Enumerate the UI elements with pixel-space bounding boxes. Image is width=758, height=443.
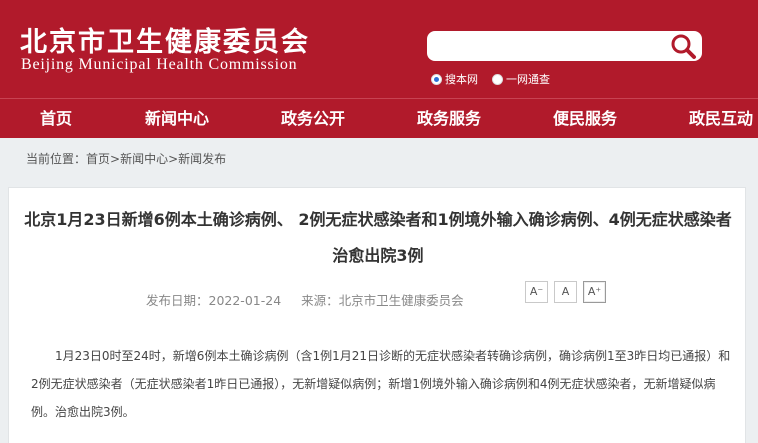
nav-item-home[interactable]: 首页 xyxy=(40,99,72,139)
nav-item-affairs-public[interactable]: 政务公开 xyxy=(281,99,345,139)
breadcrumb-home[interactable]: 首页 xyxy=(86,152,110,166)
nav-item-affairs-service[interactable]: 政务服务 xyxy=(417,99,481,139)
breadcrumb-news[interactable]: 新闻中心 xyxy=(120,152,168,166)
radio-search-all[interactable] xyxy=(492,73,503,85)
main-nav: 首页 新闻中心 政务公开 政务服务 便民服务 政民互动 xyxy=(0,98,758,138)
font-normal-button[interactable]: A xyxy=(554,281,577,303)
breadcrumb-news-release[interactable]: 新闻发布 xyxy=(178,152,226,166)
radio-label-search-site[interactable]: 搜本网 xyxy=(445,71,478,87)
breadcrumb-separator: > xyxy=(110,152,121,166)
font-decrease-button[interactable]: A⁻ xyxy=(525,281,548,303)
search-input[interactable] xyxy=(435,35,660,57)
nav-item-public-service[interactable]: 便民服务 xyxy=(553,99,617,139)
search-icon xyxy=(671,34,696,59)
search-scope-options: 搜本网 一网通查 xyxy=(431,71,564,87)
search-box xyxy=(427,31,702,61)
article-source: 来源：北京市卫生健康委员会 xyxy=(301,293,464,308)
article-title: 北京1月23日新增6例本土确诊病例、 2例无症状感染者和1例境外输入确诊病例、4… xyxy=(24,210,732,265)
site-logo-english[interactable]: Beijing Municipal Health Commission xyxy=(21,56,297,74)
site-logo-chinese[interactable]: 北京市卫生健康委员会 xyxy=(20,20,310,59)
nav-item-news[interactable]: 新闻中心 xyxy=(145,99,209,139)
search-button[interactable] xyxy=(666,31,700,61)
article-body: 1月23日0时至24时，新增6例本土确诊病例（含1例1月21日诊断的无症状感染者… xyxy=(31,349,731,419)
nav-item-interaction[interactable]: 政民互动 xyxy=(689,99,753,139)
breadcrumb-separator: > xyxy=(168,152,179,166)
breadcrumb-prefix: 当前位置： xyxy=(26,152,87,166)
article-panel: 北京1月23日新增6例本土确诊病例、 2例无症状感染者和1例境外输入确诊病例、4… xyxy=(8,187,746,443)
breadcrumb: 当前位置：首页>新闻中心>新闻发布 xyxy=(26,150,226,167)
publish-date: 发布日期：2022-01-24 xyxy=(146,293,282,308)
font-increase-button[interactable]: A⁺ xyxy=(583,281,606,303)
article-meta: 发布日期：2022-01-24 来源：北京市卫生健康委员会 xyxy=(146,290,484,309)
radio-label-search-all[interactable]: 一网通查 xyxy=(506,71,550,87)
radio-search-site[interactable] xyxy=(431,73,442,85)
